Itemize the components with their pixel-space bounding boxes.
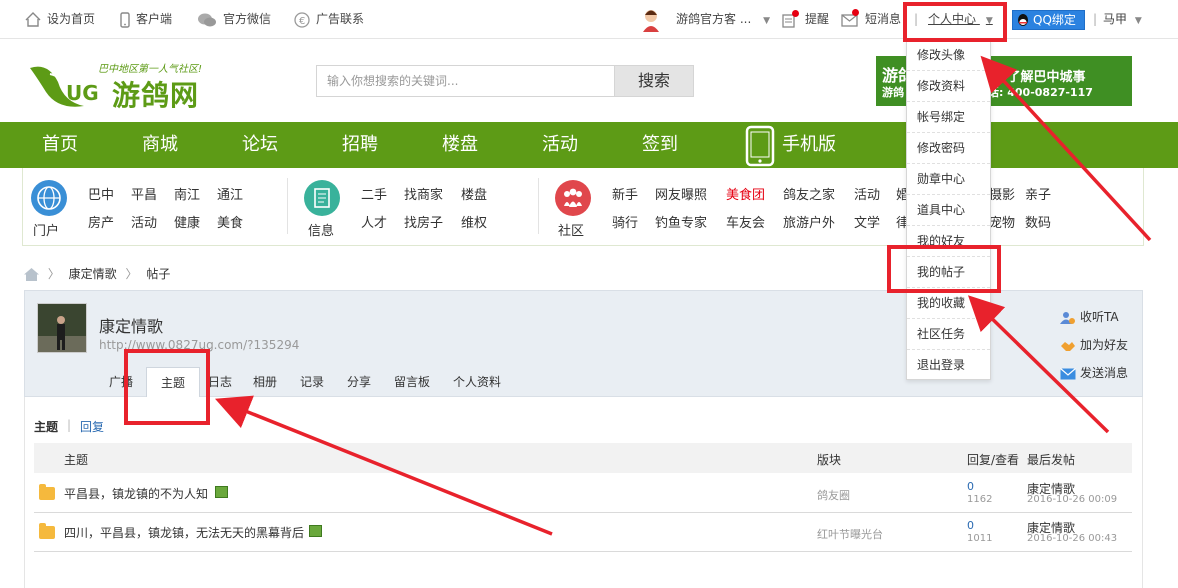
arrow-to-favorites <box>967 295 1110 434</box>
arrow-to-topics-tab <box>215 395 553 536</box>
annotation-arrows <box>215 55 1152 536</box>
arrow-to-avatar-menu <box>980 55 1152 242</box>
